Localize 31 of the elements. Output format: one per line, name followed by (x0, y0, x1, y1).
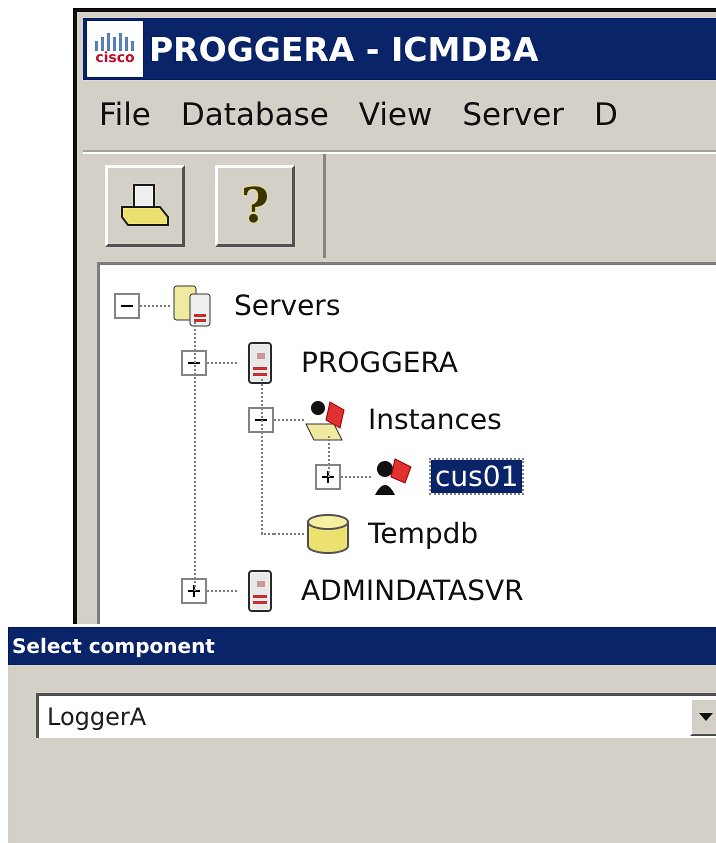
tree-item[interactable]: Instances (364, 403, 506, 436)
printer-icon (120, 183, 170, 229)
tree-item[interactable]: PROGGERA (297, 346, 462, 379)
menu-item[interactable]: Server (462, 97, 564, 133)
window-title: PROGGERA - ICMDBA (149, 30, 538, 68)
expander-toggle[interactable] (181, 350, 207, 376)
component-dropdown[interactable]: LoggerA (36, 693, 716, 738)
help-button[interactable]: ? (215, 165, 295, 247)
expander-toggle[interactable] (315, 464, 341, 490)
menu-item[interactable]: D (594, 97, 618, 133)
minus-icon (121, 304, 133, 306)
dialog-title: Select component (8, 627, 716, 665)
expander-toggle[interactable] (181, 578, 207, 604)
logo-icon: cisco (87, 21, 143, 77)
plus-icon (188, 584, 200, 596)
menu-item[interactable]: Database (180, 97, 329, 133)
menu-item[interactable]: File (99, 97, 151, 133)
expander-toggle[interactable] (114, 292, 140, 318)
tree-item[interactable]: ADMINDATASVR (297, 574, 528, 607)
expander-toggle[interactable] (248, 406, 274, 432)
tree-item[interactable]: Servers (230, 289, 344, 322)
plus-icon (322, 470, 334, 482)
minus-icon (255, 418, 267, 420)
dropdown-button[interactable] (690, 698, 716, 736)
menu-item[interactable]: View (358, 97, 432, 133)
database-icon (304, 512, 352, 556)
caret-icon (699, 713, 713, 721)
minus-icon (188, 362, 200, 364)
tree-item[interactable]: cus01 (431, 460, 522, 493)
tree-item[interactable]: Tempdb (364, 517, 482, 550)
print-button[interactable] (105, 165, 185, 247)
